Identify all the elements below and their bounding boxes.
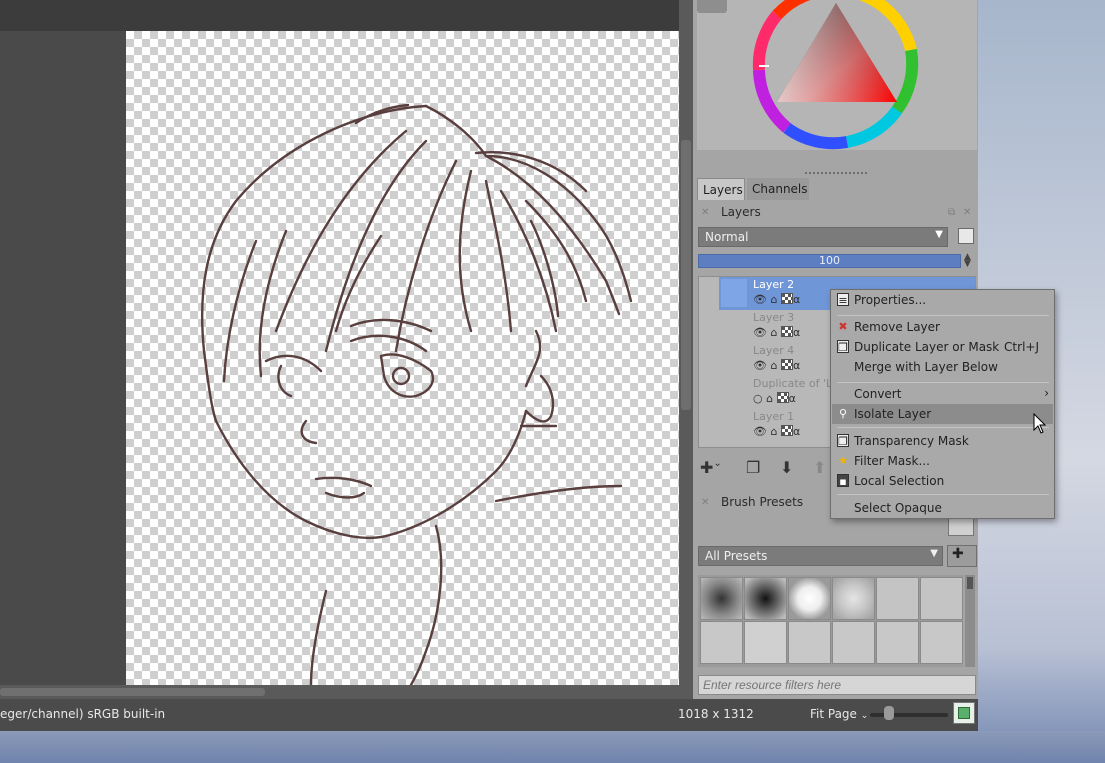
image-dimensions: 1018 x 1312 — [678, 707, 754, 721]
chevron-down-icon: ⌄ — [860, 711, 869, 721]
preset-item[interactable] — [920, 577, 963, 620]
preset-item[interactable] — [832, 621, 875, 664]
preset-item[interactable] — [876, 577, 919, 620]
layer-name[interactable]: Duplicate of 'L — [753, 377, 832, 390]
layer-name[interactable]: Layer 2 — [753, 278, 794, 291]
preset-item[interactable] — [700, 621, 743, 664]
resource-filter-input[interactable] — [698, 675, 976, 695]
add-preset-button[interactable]: ✚ — [947, 545, 977, 567]
layer-property-icons[interactable]: 👁 ⌂ α — [753, 326, 800, 339]
layer-property-icons[interactable]: 👁 ⌂ α — [753, 359, 800, 372]
color-picker-tool[interactable] — [697, 0, 727, 13]
chevron-down-icon: ▼ — [935, 229, 943, 240]
layer-name[interactable]: Layer 4 — [753, 344, 794, 357]
menu-separator — [837, 494, 1049, 495]
drawing-canvas[interactable] — [126, 31, 679, 685]
preset-grid — [698, 575, 963, 667]
menu-item-isolate-layer[interactable]: ⚲ Isolate Layer — [832, 404, 1053, 424]
color-wheel[interactable] — [697, 0, 977, 150]
float-panel-icon[interactable]: ⧉ — [948, 207, 955, 218]
navigator-icon — [958, 707, 970, 719]
menu-item-convert[interactable]: Convert › — [832, 384, 1053, 404]
move-up-icon[interactable]: ⬆ — [813, 458, 826, 477]
layer-property-icons[interactable]: 👁 ⌂ α — [753, 293, 800, 306]
layers-panel-title: Layers — [721, 205, 761, 219]
tab-layers[interactable]: Layers — [697, 178, 745, 200]
dock-grip[interactable] — [805, 172, 867, 174]
layer-context-menu: ≡ Properties... ✖ Remove Layer ❐ Duplica… — [830, 289, 1055, 519]
panel-collapse-icon[interactable]: ✕ — [701, 497, 709, 508]
zoom-mode-select[interactable]: Fit Page ⌄ — [810, 707, 868, 721]
menu-separator — [837, 315, 1049, 316]
menu-item-transparency-mask[interactable]: ❐ Transparency Mask — [832, 431, 1053, 451]
panel-collapse-icon[interactable]: ✕ — [701, 207, 709, 218]
menu-separator — [837, 427, 1049, 428]
move-down-icon[interactable]: ⬇ — [780, 458, 793, 477]
preset-item[interactable] — [788, 621, 831, 664]
canvas-top-margin — [0, 0, 680, 31]
filter-mask-icon: ★ — [838, 454, 848, 467]
menu-separator — [837, 382, 1049, 383]
properties-icon: ≡ — [837, 293, 849, 307]
menu-item-merge-down[interactable]: Merge with Layer Below — [832, 357, 1053, 377]
preset-item[interactable] — [744, 577, 787, 620]
layer-name[interactable]: Layer 1 — [753, 410, 794, 423]
preset-scroll-thumb[interactable] — [967, 577, 973, 589]
opacity-slider[interactable]: 100 — [698, 254, 961, 268]
close-panel-icon[interactable]: ✕ — [963, 207, 971, 218]
canvas-viewport[interactable] — [0, 0, 693, 700]
desktop-taskbar-strip — [0, 731, 1105, 763]
isolate-icon: ⚲ — [838, 407, 848, 420]
zoom-slider[interactable] — [870, 713, 948, 717]
layer-thumbnail — [721, 279, 747, 307]
status-bar: eger/channel) sRGB built-in 1018 x 1312 … — [0, 699, 978, 731]
preset-item[interactable] — [744, 621, 787, 664]
transparency-mask-icon: ❐ — [837, 434, 849, 448]
zoom-slider-handle[interactable] — [884, 706, 894, 720]
remove-icon: ✖ — [838, 320, 848, 333]
chevron-down-icon: ▼ — [930, 548, 938, 559]
layer-options-button[interactable] — [958, 228, 974, 244]
menu-item-local-selection[interactable]: ▪ Local Selection — [832, 471, 1053, 491]
vertical-scroll-thumb[interactable] — [681, 140, 691, 410]
map-navigator-button[interactable] — [953, 702, 975, 724]
layer-property-icons[interactable]: ○ ⌂ α — [753, 392, 796, 405]
blend-mode-select[interactable]: Normal ▼ — [698, 227, 948, 247]
menu-item-filter-mask[interactable]: ★ Filter Mask... — [832, 451, 1053, 471]
duplicate-layer-button[interactable]: ❐ — [746, 458, 760, 477]
menu-item-properties[interactable]: ≡ Properties... — [832, 290, 1053, 310]
preset-item[interactable] — [876, 621, 919, 664]
layer-name[interactable]: Layer 3 — [753, 311, 794, 324]
menu-item-duplicate-layer[interactable]: ❐ Duplicate Layer or Mask Ctrl+J — [832, 337, 1053, 357]
local-selection-icon: ▪ — [837, 474, 849, 488]
color-profile-info: eger/channel) sRGB built-in — [0, 707, 166, 721]
opacity-spin-icon[interactable]: ▲ ▼ — [964, 253, 971, 269]
tab-channels[interactable]: Channels — [747, 178, 809, 200]
horizontal-scroll-thumb[interactable] — [0, 688, 265, 696]
preset-scrollbar[interactable] — [965, 575, 975, 667]
preset-item[interactable] — [832, 577, 875, 620]
preset-item[interactable] — [788, 577, 831, 620]
advanced-color-selector[interactable] — [697, 0, 977, 150]
brush-presets-title: Brush Presets — [721, 495, 804, 509]
chevron-right-icon: › — [1044, 386, 1049, 400]
preset-item[interactable] — [920, 621, 963, 664]
preset-filter-select[interactable]: All Presets ▼ — [698, 546, 943, 566]
preset-view-options-button[interactable] — [948, 518, 974, 536]
mouse-cursor-icon — [1033, 413, 1047, 434]
menu-item-remove-layer[interactable]: ✖ Remove Layer — [832, 317, 1053, 337]
sketch-drawing — [200, 103, 633, 685]
canvas-horizontal-scrollbar[interactable] — [0, 685, 680, 699]
duplicate-icon: ❐ — [837, 340, 849, 354]
menu-item-select-opaque[interactable]: Select Opaque — [832, 498, 1053, 518]
canvas-vertical-scrollbar[interactable] — [679, 0, 693, 700]
add-layer-button[interactable]: ✚ ⌄ — [700, 458, 722, 477]
layer-property-icons[interactable]: 👁 ⌂ α — [753, 425, 800, 438]
preset-item[interactable] — [700, 577, 743, 620]
